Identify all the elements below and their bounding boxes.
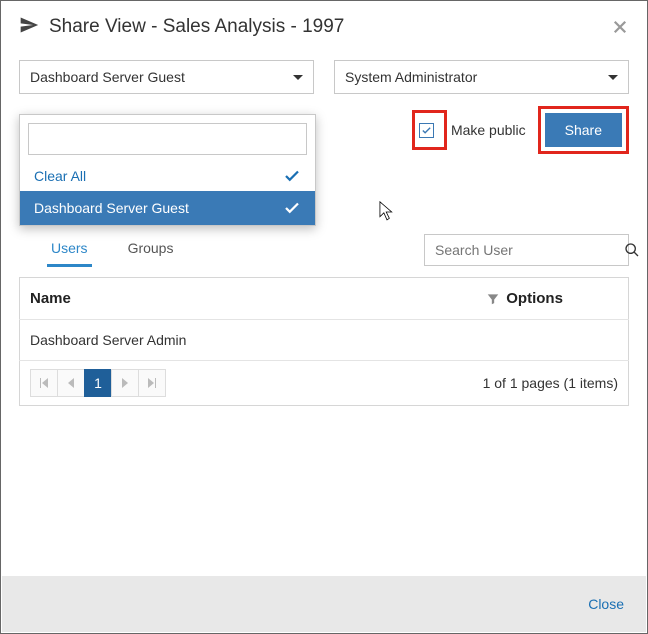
tab-users[interactable]: Users [47,232,92,267]
search-user-box[interactable] [424,234,629,266]
caret-down-icon [608,75,618,80]
check-icon [283,199,301,217]
col-options-header[interactable]: Options [476,278,628,320]
share-button-highlight: Share [538,106,629,154]
make-public-label: Make public [451,122,526,138]
users-table: Name Options Dashboard Server Admin [19,277,629,361]
make-public-highlight [412,110,447,150]
dropdown-item-guest[interactable]: Dashboard Server Guest [20,191,315,225]
cell-options [476,320,628,361]
pager-info: 1 of 1 pages (1 items) [483,375,618,391]
guest-dropdown-popup: Clear All Dashboard Server Guest [19,114,316,226]
pager-next[interactable] [111,369,139,397]
filter-icon[interactable] [486,292,500,306]
check-icon [283,167,301,185]
share-plane-icon [19,15,39,38]
tab-groups[interactable]: Groups [124,232,178,267]
guest-select[interactable]: Dashboard Server Guest [19,60,314,94]
col-name-header[interactable]: Name [20,278,477,320]
pager-first[interactable] [30,369,58,397]
dropdown-clear-all-label: Clear All [34,168,86,184]
dropdown-search-input[interactable] [28,123,307,155]
dropdown-item-label: Dashboard Server Guest [34,200,189,216]
admin-select[interactable]: System Administrator [334,60,629,94]
close-button[interactable]: Close [588,596,624,612]
search-user-input[interactable] [433,241,618,259]
tabs: Users Groups [47,232,177,267]
guest-select-value: Dashboard Server Guest [30,69,185,85]
table-row[interactable]: Dashboard Server Admin [20,320,629,361]
mouse-cursor-icon [379,201,395,226]
pager-prev[interactable] [57,369,85,397]
admin-select-value: System Administrator [345,69,477,85]
col-options-label: Options [506,290,563,307]
dialog-title: Share View - Sales Analysis - 1997 [49,16,344,38]
pager: 1 [30,369,165,397]
cell-name: Dashboard Server Admin [20,320,477,361]
search-icon[interactable] [624,242,640,258]
close-icon[interactable] [611,18,629,36]
pager-page-1[interactable]: 1 [84,369,112,397]
make-public-checkbox[interactable] [419,123,434,138]
caret-down-icon [293,75,303,80]
share-button[interactable]: Share [545,113,622,147]
pager-last[interactable] [138,369,166,397]
dropdown-clear-all[interactable]: Clear All [28,161,307,191]
